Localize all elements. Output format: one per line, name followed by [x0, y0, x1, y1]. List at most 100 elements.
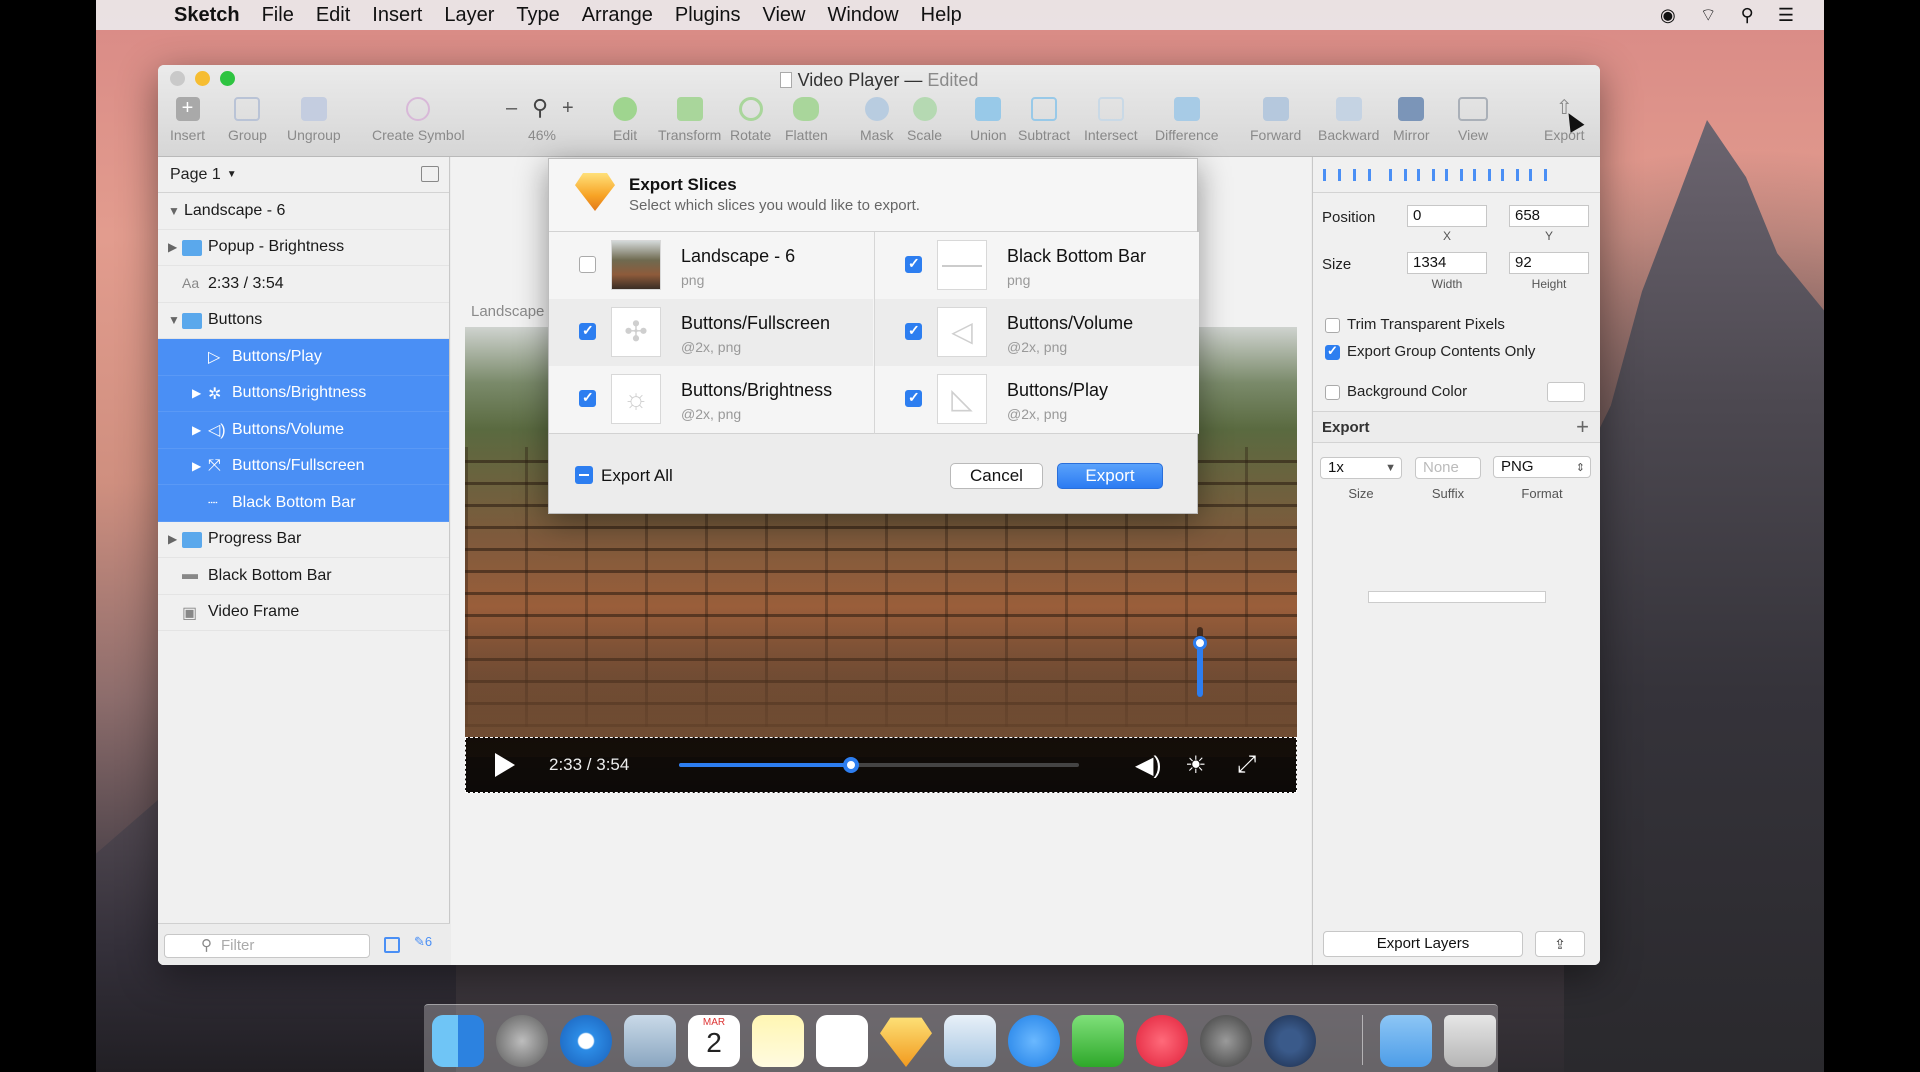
layer-row[interactable]: Aa 2:33 / 3:54 [158, 266, 449, 303]
disclosure-closed-icon[interactable]: ▶ [192, 423, 201, 437]
layer-row[interactable]: ▼ Landscape - 6 [158, 193, 449, 230]
scale-button[interactable]: Scale [907, 97, 942, 143]
safari-icon[interactable] [560, 1015, 612, 1067]
background-color-label[interactable]: Background Color [1347, 383, 1467, 400]
menu-plugins[interactable]: Plugins [675, 4, 741, 27]
slice-item[interactable]: Landscape - 6 png [549, 232, 873, 299]
disclosure-closed-icon[interactable]: ▶ [168, 532, 177, 546]
slice-item[interactable]: ☼ Buttons/Brightness @2x, png [549, 366, 873, 433]
export-suffix-field[interactable]: None [1415, 457, 1481, 479]
subtract-button[interactable]: Subtract [1018, 97, 1070, 143]
downloads-folder-icon[interactable] [1380, 1015, 1432, 1067]
calendar-icon[interactable]: MAR 2 [688, 1015, 740, 1067]
menu-view[interactable]: View [762, 4, 805, 27]
align-middle-icon[interactable] [1499, 167, 1519, 183]
zoom-out-button[interactable]: – [506, 97, 517, 120]
slice-checkbox[interactable] [579, 256, 596, 273]
slice-item[interactable]: ✣ Buttons/Fullscreen @2x, png [549, 299, 873, 366]
slice-checkbox[interactable] [579, 322, 596, 340]
disclosure-open-icon[interactable]: ▼ [168, 313, 180, 327]
export-all-label[interactable]: Export All [601, 466, 673, 486]
layer-row[interactable]: ▷ Buttons/Play [158, 339, 449, 376]
menu-window[interactable]: Window [827, 4, 898, 27]
rotate-button[interactable]: Rotate [730, 97, 771, 143]
volume-slider[interactable] [1193, 627, 1207, 697]
background-color-checkbox[interactable] [1325, 385, 1340, 400]
height-field[interactable]: 92 [1509, 252, 1589, 274]
slice-checkbox[interactable] [579, 389, 596, 407]
view-button[interactable]: View [1458, 97, 1488, 143]
layer-row[interactable]: ▶ ◁) Buttons/Volume [158, 412, 449, 449]
symbols-filter-icon[interactable] [384, 937, 400, 953]
system-preferences-icon[interactable] [1200, 1015, 1252, 1067]
menu-insert[interactable]: Insert [372, 4, 422, 27]
sketch-app-icon[interactable] [880, 1017, 932, 1067]
menu-edit[interactable]: Edit [316, 4, 350, 27]
slice-item[interactable]: Black Bottom Bar png [875, 232, 1199, 299]
disclosure-closed-icon[interactable]: ▶ [192, 459, 201, 473]
volume-knob[interactable] [1193, 636, 1207, 650]
export-button[interactable]: Export [1057, 463, 1163, 489]
page-selector[interactable]: Page 1 ▼ [158, 157, 449, 193]
position-y-field[interactable]: 658 [1509, 205, 1589, 227]
preview-icon[interactable] [944, 1015, 996, 1067]
trim-transparent-label[interactable]: Trim Transparent Pixels [1347, 316, 1505, 333]
trim-transparent-checkbox[interactable] [1325, 318, 1340, 333]
export-size-select[interactable]: 1x ▼ [1320, 457, 1402, 479]
launchpad-icon[interactable] [496, 1015, 548, 1067]
notes-icon[interactable] [752, 1015, 804, 1067]
width-field[interactable]: 1334 [1407, 252, 1487, 274]
disclosure-open-icon[interactable]: ▼ [168, 204, 180, 218]
slice-checkbox[interactable] [905, 389, 922, 407]
menu-type[interactable]: Type [516, 4, 559, 27]
reminders-icon[interactable] [816, 1015, 868, 1067]
align-right-icon[interactable] [1443, 167, 1463, 183]
union-button[interactable]: Union [970, 97, 1007, 143]
zoom-in-button[interactable]: + [562, 97, 574, 120]
layer-row[interactable]: ▣ Video Frame [158, 595, 449, 631]
align-top-icon[interactable] [1471, 167, 1491, 183]
slice-checkbox[interactable] [905, 255, 922, 273]
layer-row[interactable]: ▶ Popup - Brightness [158, 230, 449, 266]
pages-toggle-icon[interactable] [421, 166, 439, 182]
align-bottom-icon[interactable] [1527, 167, 1547, 183]
background-color-swatch[interactable] [1547, 382, 1585, 402]
group-button[interactable]: Group [228, 97, 267, 143]
create-symbol-button[interactable]: Create Symbol [372, 97, 465, 143]
layer-row[interactable]: ▶ ⤧ Buttons/Fullscreen [158, 448, 449, 485]
mask-button[interactable]: Mask [860, 97, 893, 143]
quicktime-icon[interactable] [1264, 1015, 1316, 1067]
layer-row[interactable]: ▶ Progress Bar [158, 522, 449, 558]
export-format-select[interactable]: PNG ⇕ [1493, 456, 1591, 478]
edit-button[interactable]: Edit [613, 97, 637, 143]
slice-checkbox[interactable] [905, 322, 922, 340]
align-center-icon[interactable] [1415, 167, 1435, 183]
intersect-button[interactable]: Intersect [1084, 97, 1138, 143]
distribute-vertical-icon[interactable] [1351, 167, 1371, 183]
menu-app-name[interactable]: Sketch [174, 4, 240, 27]
insert-button[interactable]: + Insert [170, 97, 205, 143]
trash-icon[interactable] [1444, 1015, 1496, 1067]
forward-button[interactable]: Forward [1250, 97, 1301, 143]
distribute-horizontal-icon[interactable] [1321, 167, 1341, 183]
add-export-button[interactable]: + [1576, 414, 1589, 440]
slice-item[interactable]: ◺ Buttons/Play @2x, png [875, 366, 1199, 433]
slice-item[interactable]: ◁ Buttons/Volume @2x, png [875, 299, 1199, 366]
export-group-contents-checkbox[interactable] [1325, 343, 1340, 360]
cancel-button[interactable]: Cancel [950, 463, 1043, 489]
layer-row[interactable]: ▶ ✲ Buttons/Brightness [158, 375, 449, 412]
mail-icon[interactable] [624, 1015, 676, 1067]
spotlight-search-icon[interactable]: ⚲ [1741, 5, 1754, 26]
export-group-contents-label[interactable]: Export Group Contents Only [1347, 343, 1535, 360]
itunes-icon[interactable] [1136, 1015, 1188, 1067]
difference-button[interactable]: Difference [1155, 97, 1219, 143]
slices-filter-button[interactable]: ✎6 [414, 934, 432, 950]
messages-icon[interactable] [1008, 1015, 1060, 1067]
transform-button[interactable]: Transform [658, 97, 721, 143]
align-left-icon[interactable] [1387, 167, 1407, 183]
canvas[interactable]: Landscape 2:33 / 3:54 ◀︎) ☀ ⤢ Export Sli… [451, 157, 1311, 965]
disclosure-closed-icon[interactable]: ▶ [192, 386, 201, 400]
artboard-label[interactable]: Landscape [471, 303, 544, 320]
disclosure-closed-icon[interactable]: ▶ [168, 240, 177, 254]
layer-row[interactable]: ▼ Buttons [158, 303, 449, 339]
